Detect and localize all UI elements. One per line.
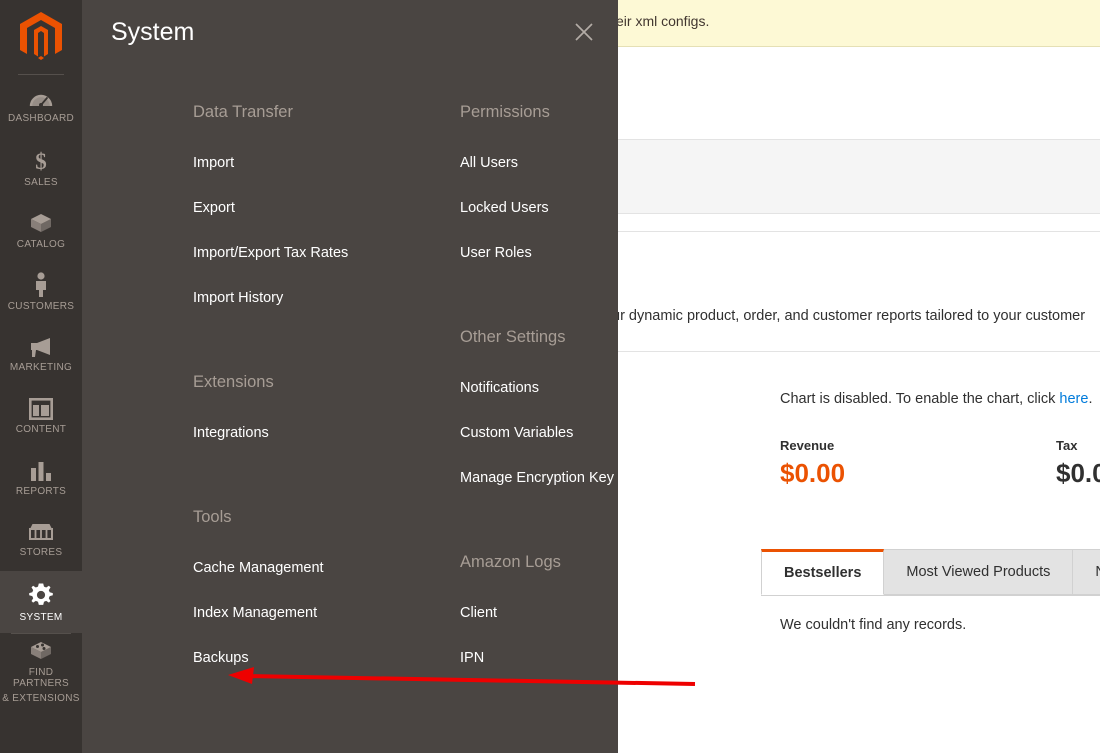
menu-item-import-export-tax-rates[interactable]: Import/Export Tax Rates [193, 245, 461, 261]
tab-new-customers[interactable]: New Customers [1073, 549, 1100, 595]
group-title-extensions: Extensions [193, 373, 274, 391]
menu-item-client[interactable]: Client [460, 605, 620, 621]
menu-item-user-roles[interactable]: User Roles [460, 245, 620, 261]
menu-item-ipn[interactable]: IPN [460, 650, 620, 666]
sidebar-item-catalog[interactable]: CATALOG [0, 199, 82, 261]
menu-item-all-users[interactable]: All Users [460, 155, 620, 171]
sidebar-item-find-partners-extensions[interactable]: FIND PARTNERS & EXTENSIONS [0, 634, 82, 708]
group-title-amazon-logs: Amazon Logs [460, 553, 561, 571]
sidebar-item-marketing[interactable]: MARKETING [0, 323, 82, 385]
menu-item-locked-users[interactable]: Locked Users [460, 200, 620, 216]
flyout-column-1: Data Transfer Import Export Import/Expor… [193, 94, 461, 666]
layout-window-icon [28, 397, 53, 420]
total-tax: Tax $0.00 [1056, 438, 1100, 489]
sidebar-item-customers[interactable]: CUSTOMERS [0, 261, 82, 323]
sidebar-item-find-partners-label-line1: FIND PARTNERS [13, 666, 69, 689]
menu-item-import-history[interactable]: Import History [193, 290, 461, 306]
sidebar-item-content[interactable]: CONTENT [0, 385, 82, 447]
close-icon [575, 23, 593, 41]
total-tax-value: $0.00 [1056, 458, 1100, 488]
sidebar-item-stores[interactable]: STORES [0, 509, 82, 571]
menu-item-cache-management[interactable]: Cache Management [193, 560, 461, 576]
menu-item-export[interactable]: Export [193, 200, 461, 216]
screen-root: eir xml configs. ur dynamic product, ord… [0, 0, 1100, 753]
notification-text: eir xml configs. [616, 13, 710, 29]
sidebar-item-dashboard-label: DASHBOARD [7, 112, 75, 124]
sidebar-item-system-label: SYSTEM [19, 611, 63, 623]
dashboard-tabs: Bestsellers Most Viewed Products New Cus… [761, 549, 1100, 595]
close-button[interactable] [569, 17, 599, 47]
chart-notice-suffix: . [1088, 391, 1093, 407]
dashboard-gauge-icon [29, 89, 53, 109]
system-flyout-panel: System Data Transfer Import Export Impor… [82, 0, 618, 753]
total-revenue: Revenue $0.00 [780, 438, 845, 489]
megaphone-icon [28, 336, 54, 358]
total-revenue-value: $0.00 [780, 458, 846, 488]
sidebar-item-stores-label: STORES [19, 546, 63, 558]
total-tax-label: Tax [1056, 438, 1078, 453]
dashboard-intro-text: ur dynamic product, order, and customer … [612, 308, 1086, 324]
flyout-column-2: Permissions All Users Locked Users User … [460, 94, 620, 666]
menu-item-import[interactable]: Import [193, 155, 461, 171]
person-icon [32, 272, 50, 297]
chart-disabled-notice: Chart is disabled. To enable the chart, … [780, 391, 1092, 407]
tab-most-viewed-products[interactable]: Most Viewed Products [884, 549, 1074, 595]
box-icon [28, 211, 54, 235]
sidebar-item-catalog-label: CATALOG [16, 238, 66, 250]
sidebar-item-reports-label: REPORTS [15, 485, 67, 497]
chart-notice-prefix: Chart is disabled. To enable the chart, … [780, 391, 1060, 407]
sidebar-item-find-partners-label-line2: & EXTENSIONS [2, 692, 80, 704]
menu-item-backups[interactable]: Backups [193, 650, 461, 666]
total-revenue-label: Revenue [780, 438, 835, 453]
sidebar-item-reports[interactable]: REPORTS [0, 447, 82, 509]
menu-item-custom-variables[interactable]: Custom Variables [460, 425, 620, 441]
menu-item-manage-encryption-key[interactable]: Manage Encryption Key [460, 470, 620, 486]
flyout-title: System [111, 18, 195, 46]
sidebar-item-customers-label: CUSTOMERS [7, 301, 75, 312]
sidebar-item-sales-label: SALES [24, 176, 58, 188]
menu-item-index-management[interactable]: Index Management [193, 605, 461, 621]
magento-logo[interactable] [0, 0, 82, 74]
group-title-data-transfer: Data Transfer [193, 103, 293, 121]
bar-chart-icon [29, 460, 53, 482]
menu-item-notifications[interactable]: Notifications [460, 380, 620, 396]
storefront-icon [28, 523, 54, 543]
group-title-tools: Tools [193, 508, 232, 526]
tab-panel-bestsellers: We couldn't find any records. [761, 595, 1100, 753]
magento-logo-icon [20, 12, 62, 60]
dollar-sign-icon: $ [31, 149, 51, 174]
gear-icon [28, 582, 54, 608]
sidebar-item-marketing-label: MARKETING [9, 361, 73, 373]
menu-item-integrations[interactable]: Integrations [193, 425, 461, 441]
sidebar-item-sales[interactable]: $ SALES [0, 137, 82, 199]
sidebar-item-dashboard[interactable]: DASHBOARD [0, 75, 82, 137]
group-title-permissions: Permissions [460, 103, 550, 121]
group-title-other-settings: Other Settings [460, 328, 566, 346]
svg-text:$: $ [35, 149, 47, 173]
sidebar-item-system[interactable]: SYSTEM [0, 571, 82, 633]
empty-records-message: We couldn't find any records. [780, 617, 967, 633]
enable-chart-link[interactable]: here [1059, 391, 1088, 407]
tab-bestsellers[interactable]: Bestsellers [761, 549, 885, 595]
admin-sidebar: DASHBOARD $ SALES CATALOG CUSTOMERS MARK… [0, 0, 82, 753]
extension-block-icon [28, 639, 54, 663]
sidebar-item-content-label: CONTENT [15, 423, 67, 435]
